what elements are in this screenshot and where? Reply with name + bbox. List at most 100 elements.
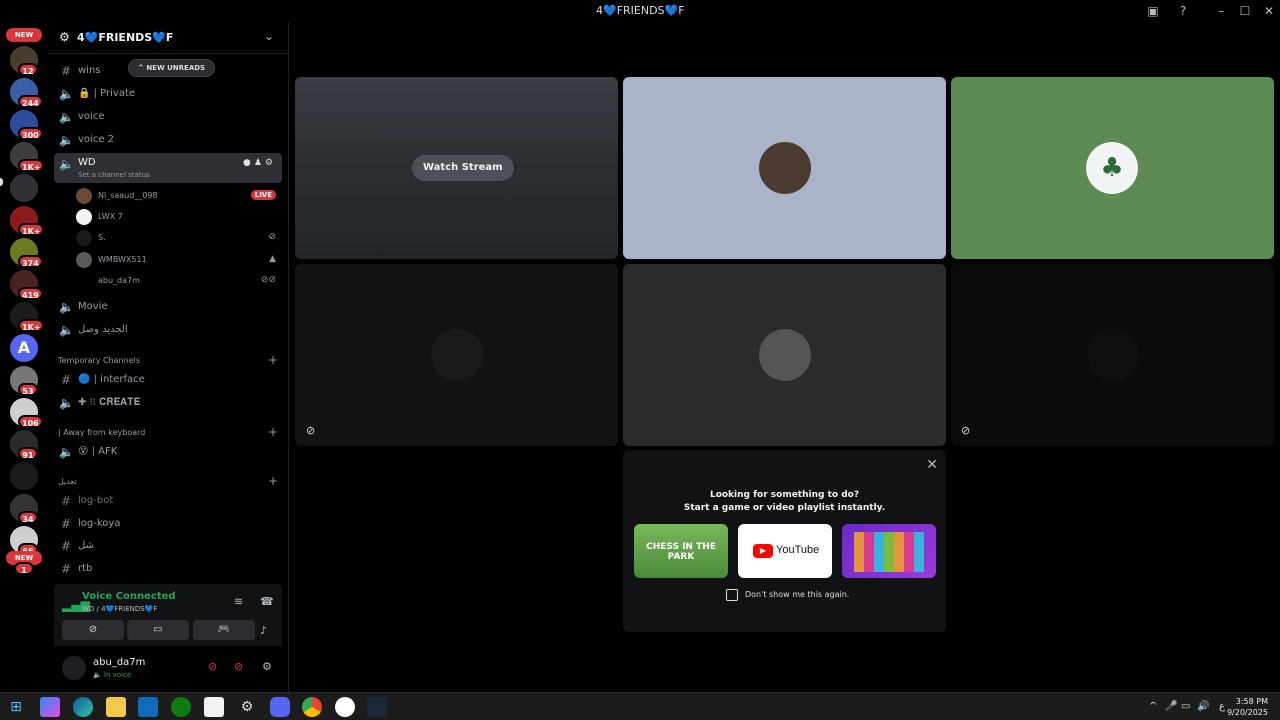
settings-icon[interactable]: ⚙ — [237, 697, 257, 717]
server-icon[interactable]: 1 — [14, 562, 34, 575]
gamepad-icon: 🎮 — [217, 624, 231, 635]
channel-afk[interactable]: 🔈 😵 | AFK — [54, 441, 282, 463]
channel-voice[interactable]: 🔈 voice — [54, 106, 282, 128]
server-icon[interactable]: 419 — [10, 270, 43, 300]
server-header[interactable]: ⚙ 4💙FRIENDS💙F ⌄ — [48, 22, 288, 54]
category-temporary[interactable]: Temporary Channels + — [58, 353, 282, 369]
channel-movie[interactable]: 🔈 Movie — [54, 296, 282, 318]
chrome-icon[interactable] — [302, 697, 322, 717]
channel-status-hint[interactable]: Set a channel status — [78, 171, 150, 179]
server-icon[interactable]: 1K+ — [10, 206, 45, 236]
add-member-icon[interactable]: ♟ — [254, 158, 265, 168]
server-icon[interactable]: 1K+ — [10, 142, 45, 172]
chevron-down-icon: ⌄ — [263, 29, 274, 43]
youtube-card[interactable]: ▶ YouTube — [738, 524, 832, 578]
server-icon[interactable]: 300 — [10, 110, 43, 140]
add-channel-icon[interactable]: + — [268, 474, 278, 488]
voice-member[interactable]: abu_da7m ⊘⊘ — [76, 271, 282, 291]
clock[interactable]: 3:58 PM 9/20/2025 — [1227, 696, 1268, 718]
steam-alt-icon[interactable] — [335, 697, 355, 717]
channel-create[interactable]: 🔈 ✚ ⁝⁝ 𝐂𝐑𝐄𝐀𝐓𝐄 — [54, 392, 282, 414]
file-explorer-icon[interactable] — [106, 697, 126, 717]
voice-channel-path[interactable]: WD / 4💙FRIENDS💙F — [82, 605, 157, 613]
voice-member[interactable]: S. ⊘ — [76, 228, 282, 248]
network-icon[interactable]: ▭ — [1181, 701, 1190, 712]
chat-icon[interactable]: ● — [243, 158, 254, 168]
mic-icon[interactable]: 🎤 — [1165, 701, 1177, 712]
maximize-icon[interactable]: ☐ — [1237, 3, 1253, 19]
server-icon[interactable] — [10, 462, 38, 490]
noise-suppression-icon[interactable]: ≋ — [234, 595, 243, 608]
copilot-icon[interactable] — [40, 697, 60, 717]
category-arabic[interactable]: تعديل + — [58, 474, 282, 490]
disconnect-icon[interactable]: ☎ — [260, 595, 274, 608]
mic-muted-icon[interactable]: ⊘ — [208, 660, 217, 673]
channel-private[interactable]: 🔈 🔒 | Private — [54, 83, 282, 105]
channel-shel[interactable]: # شل — [54, 535, 282, 557]
voice-member[interactable]: LWX 7 — [76, 207, 282, 227]
channel-log-koya[interactable]: # log-koya — [54, 513, 282, 535]
add-channel-icon[interactable]: + — [268, 425, 278, 439]
new-pill-top[interactable]: NEW — [6, 28, 42, 42]
server-icon[interactable]: 1K+ — [10, 302, 45, 332]
voice-member[interactable]: WMBWX511 ▲ — [76, 250, 282, 270]
mention-badge: 1K+ — [18, 319, 45, 332]
server-icon[interactable]: 34 — [10, 494, 38, 524]
close-icon[interactable]: ✕ — [1261, 3, 1277, 19]
channel-interface[interactable]: # 🔵 | interface — [54, 369, 282, 391]
server-icon[interactable]: 12 — [10, 46, 38, 76]
server-icon[interactable]: 374 — [10, 238, 43, 268]
camera-button[interactable]: ⊘ — [62, 620, 124, 640]
channel-log-bot[interactable]: # log-bot — [54, 490, 282, 512]
server-icon[interactable]: 106 — [10, 398, 43, 428]
gear-icon[interactable]: ⚙ — [262, 660, 272, 673]
channel-rtb[interactable]: # rtb — [54, 558, 282, 580]
screen-share-button[interactable]: ▭ — [127, 620, 189, 640]
category-away[interactable]: | Away from keyboard + — [58, 425, 282, 441]
video-tile[interactable]: ⊘ — [295, 264, 618, 446]
deafen-icon[interactable]: ⊘ — [234, 660, 243, 673]
language-indicator[interactable]: ع — [1219, 701, 1225, 712]
avatar[interactable] — [62, 656, 86, 680]
outlook-icon[interactable] — [138, 697, 158, 717]
stream-tile[interactable]: Watch Stream — [295, 77, 618, 259]
video-tile[interactable] — [623, 264, 946, 446]
video-tile[interactable] — [623, 77, 946, 259]
chess-in-the-park-card[interactable]: CHESS IN THE PARK — [634, 524, 728, 578]
server-icon[interactable]: A — [10, 334, 38, 362]
discord-icon[interactable] — [270, 697, 290, 717]
windows-start-icon[interactable]: ⊞ — [6, 697, 26, 717]
dont-show-checkbox[interactable] — [726, 589, 738, 601]
channel-tools[interactable]: ●♟⚙ — [243, 158, 276, 168]
server-icon[interactable]: 53 — [10, 366, 38, 396]
voice-member[interactable]: Nl_saaud__098 LIVE — [76, 186, 282, 206]
channel-arabic[interactable]: 🔈 الجديد وصل — [54, 319, 282, 341]
minimize-icon[interactable]: – — [1213, 3, 1229, 19]
dont-show-label[interactable]: Don't show me this again. — [745, 590, 849, 599]
video-tile[interactable]: ♣ — [951, 77, 1274, 259]
volume-icon[interactable]: 🔊 — [1197, 701, 1209, 712]
watch-stream-button[interactable]: Watch Stream — [412, 155, 514, 181]
chevron-up-icon[interactable]: ^ — [1149, 701, 1157, 712]
steam-icon[interactable] — [367, 697, 387, 717]
activity-button[interactable]: 🎮 — [193, 620, 255, 640]
server-icon-active[interactable] — [10, 174, 38, 202]
help-icon[interactable]: ? — [1175, 3, 1191, 19]
add-channel-icon[interactable]: + — [268, 353, 278, 367]
gear-icon[interactable]: ⚙ — [265, 158, 276, 168]
blocks-game-card[interactable] — [842, 524, 936, 578]
channel-wd[interactable]: 🔈 WD Set a channel status ●♟⚙ — [54, 153, 282, 183]
soundboard-icon[interactable]: ♪ — [260, 624, 267, 637]
edge-icon[interactable] — [73, 697, 93, 717]
store-icon[interactable] — [204, 697, 224, 717]
server-icon[interactable]: 66 — [10, 526, 38, 556]
hashtag-icon: # — [60, 517, 72, 531]
new-unreads-button[interactable]: ^ NEW UNREADS — [128, 59, 216, 77]
server-icon[interactable]: 244 — [10, 78, 43, 108]
close-icon[interactable]: ✕ — [926, 457, 938, 473]
channel-voice-2[interactable]: 🔈 voice 2 — [54, 129, 282, 151]
video-tile[interactable]: ⊘ — [951, 264, 1274, 446]
xbox-icon[interactable] — [171, 697, 191, 717]
display-icon[interactable]: ▣ — [1145, 3, 1161, 19]
server-icon[interactable]: 91 — [10, 430, 38, 460]
